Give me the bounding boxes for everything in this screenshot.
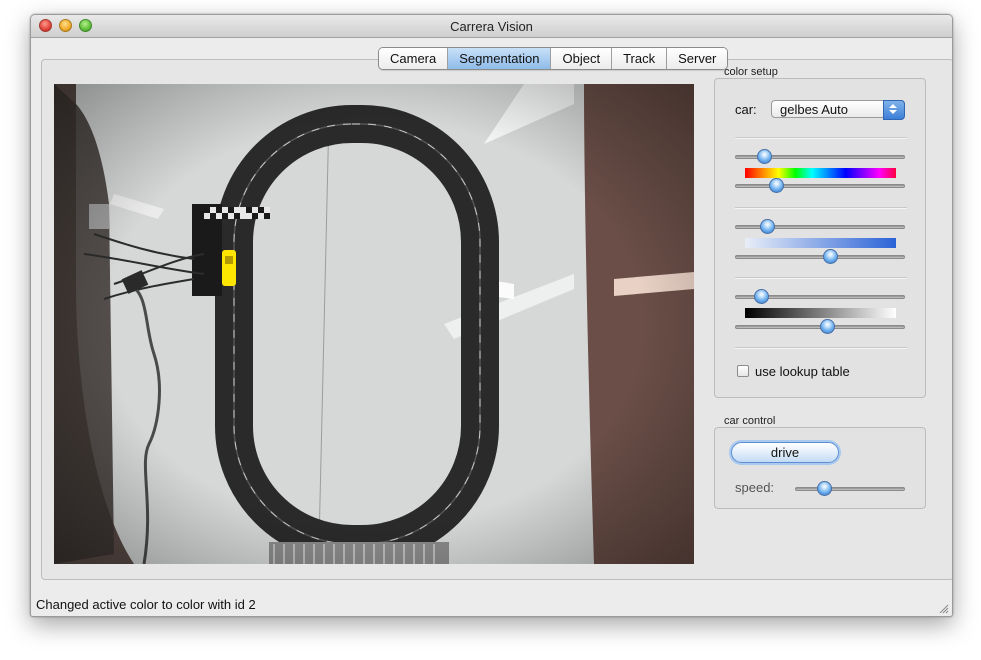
- use-lookup-label: use lookup table: [755, 364, 850, 379]
- speed-slider[interactable]: [795, 481, 905, 497]
- saturation-upper-slider[interactable]: [735, 249, 905, 265]
- window-title: Carrera Vision: [450, 19, 533, 34]
- divider: [735, 277, 907, 279]
- tab-content-panel: color setup car: gelbes Auto use lookup …: [41, 59, 952, 580]
- saturation-lower-knob[interactable]: [760, 219, 776, 234]
- speed-knob[interactable]: [816, 481, 832, 496]
- divider: [735, 207, 907, 209]
- tab-object[interactable]: Object: [551, 48, 613, 69]
- resize-grip-icon[interactable]: [938, 602, 949, 614]
- value-lower-knob[interactable]: [753, 289, 769, 304]
- hue-upper-slider[interactable]: [735, 178, 905, 194]
- saturation-lower-slider[interactable]: [735, 219, 905, 235]
- car-control-label: car control: [724, 415, 776, 427]
- car-select-value: gelbes Auto: [780, 102, 848, 117]
- speed-label: speed:: [735, 480, 775, 495]
- color-setup-group: car: gelbes Auto use lookup table: [714, 78, 926, 398]
- title-bar: Carrera Vision: [31, 15, 952, 38]
- tab-segmentation[interactable]: Segmentation: [448, 48, 552, 69]
- drive-button[interactable]: drive: [731, 442, 839, 463]
- hue-lower-knob[interactable]: [756, 149, 772, 164]
- hue-gradient-bar: [745, 168, 896, 178]
- value-gradient-bar: [745, 308, 896, 318]
- value-upper-knob[interactable]: [819, 319, 835, 334]
- main-window: Carrera Vision Camera Segmentation Objec…: [30, 14, 953, 617]
- tab-track[interactable]: Track: [612, 48, 668, 69]
- value-upper-slider[interactable]: [735, 319, 905, 335]
- color-setup-label: color setup: [724, 66, 778, 78]
- car-label: car:: [735, 102, 757, 117]
- divider: [735, 347, 907, 349]
- camera-image: [54, 84, 694, 564]
- tab-server[interactable]: Server: [667, 48, 728, 69]
- tab-bar: Camera Segmentation Object Track Server: [378, 47, 729, 70]
- divider: [735, 137, 907, 139]
- hue-lower-slider[interactable]: [735, 149, 905, 165]
- camera-view[interactable]: [54, 84, 694, 564]
- status-bar-text: Changed active color to color with id 2: [36, 597, 256, 612]
- car-select[interactable]: gelbes Auto: [771, 100, 905, 120]
- hue-upper-knob[interactable]: [768, 178, 784, 193]
- saturation-gradient-bar: [745, 238, 896, 248]
- car-control-group: drive speed:: [714, 427, 926, 509]
- updown-arrows-icon: [883, 100, 905, 120]
- tab-camera[interactable]: Camera: [379, 48, 449, 69]
- value-lower-slider[interactable]: [735, 289, 905, 305]
- saturation-upper-knob[interactable]: [823, 249, 839, 264]
- use-lookup-checkbox[interactable]: [737, 365, 749, 377]
